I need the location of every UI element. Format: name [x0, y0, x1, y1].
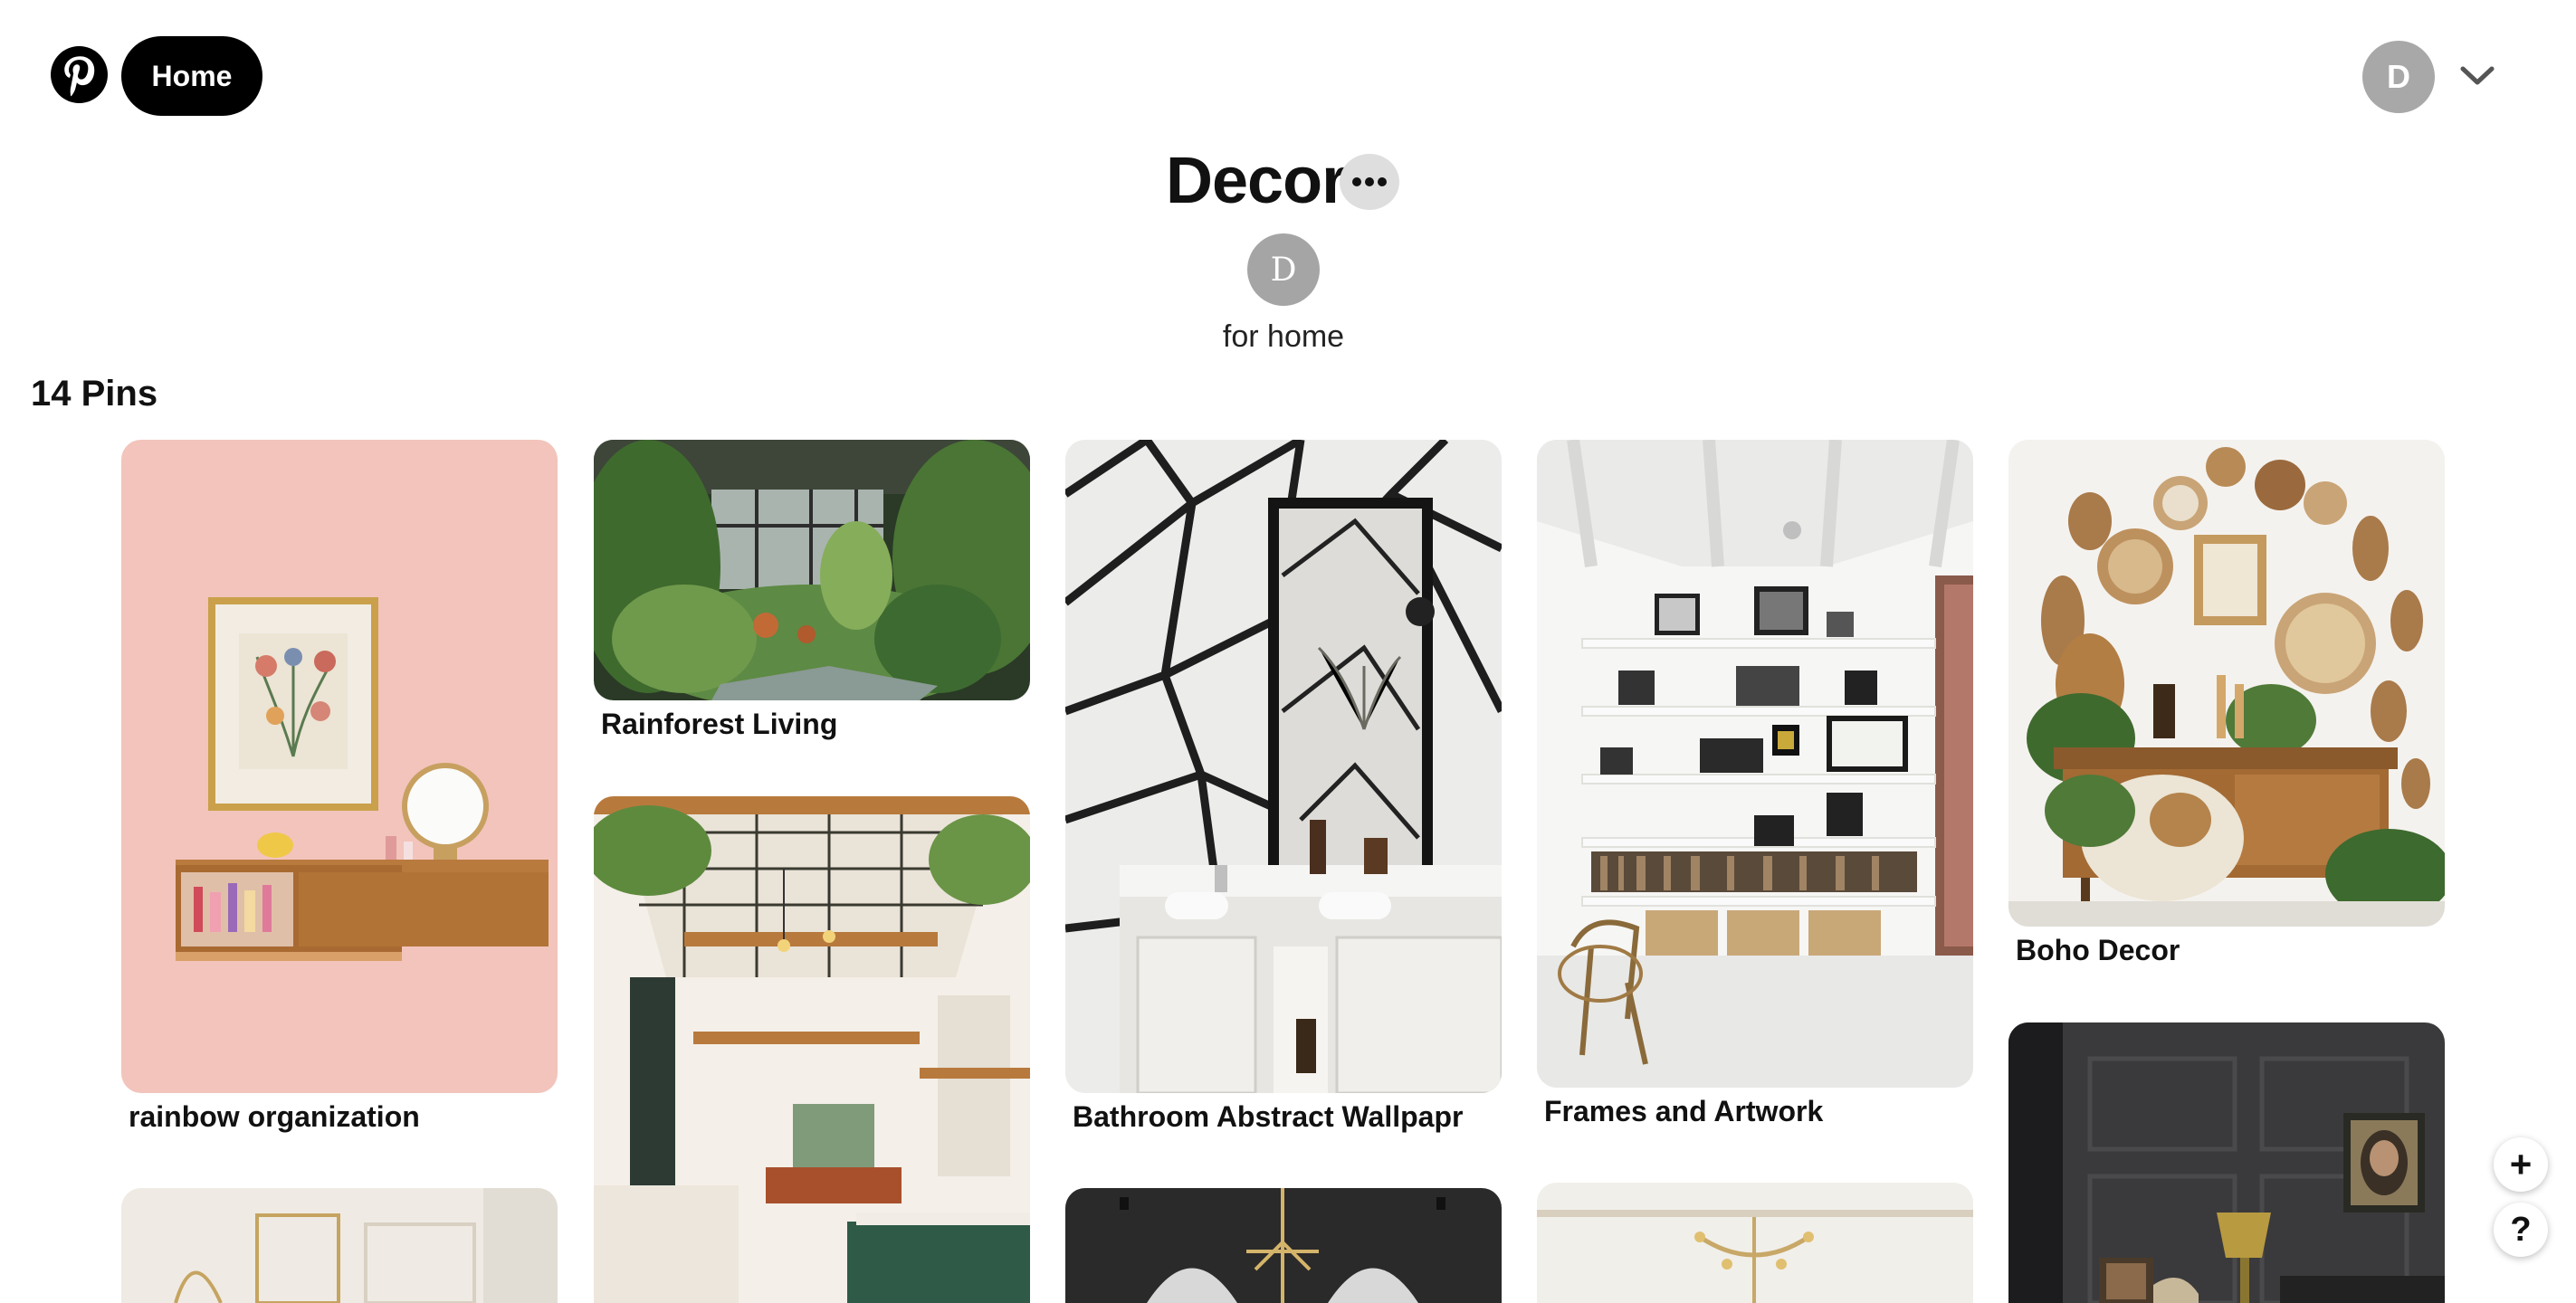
- home-button[interactable]: Home: [121, 36, 262, 116]
- pin-image[interactable]: [594, 796, 1030, 1303]
- board-title: Decor: [1166, 145, 1347, 217]
- help-button[interactable]: ?: [2494, 1203, 2548, 1257]
- dot-icon: [1365, 177, 1374, 186]
- dot-icon: [1378, 177, 1387, 186]
- chevron-down-icon[interactable]: [2458, 60, 2496, 90]
- pin-image-bathroom-abstract-wallpaper[interactable]: [1065, 440, 1502, 1093]
- pin-title[interactable]: Frames and Artwork: [1544, 1095, 1823, 1128]
- dot-icon: [1352, 177, 1361, 186]
- pin-title[interactable]: Bathroom Abstract Wallpapr: [1073, 1100, 1463, 1134]
- pin-image[interactable]: [1537, 1183, 1973, 1303]
- pin-image-boho-decor[interactable]: [2008, 440, 2445, 927]
- pin-title[interactable]: Boho Decor: [2016, 934, 2180, 967]
- pin-count: 14 Pins: [31, 374, 158, 414]
- pin-image-rainbow-organization[interactable]: [121, 440, 558, 1093]
- pin-title[interactable]: Rainforest Living: [601, 708, 837, 741]
- board-description: for home: [1222, 319, 1345, 354]
- pin-image[interactable]: [121, 1188, 558, 1303]
- add-button[interactable]: +: [2494, 1137, 2548, 1192]
- board-owner-avatar[interactable]: D: [1247, 233, 1320, 306]
- pin-image[interactable]: [1065, 1188, 1502, 1303]
- pin-image[interactable]: [2008, 1022, 2445, 1303]
- pin-title[interactable]: rainbow organization: [129, 1100, 420, 1134]
- pin-image-rainforest-living[interactable]: [594, 440, 1030, 700]
- pinterest-logo-icon[interactable]: [50, 45, 109, 104]
- user-avatar[interactable]: D: [2362, 41, 2435, 113]
- pin-image-frames-and-artwork[interactable]: [1537, 440, 1973, 1088]
- more-options-button[interactable]: [1340, 154, 1399, 210]
